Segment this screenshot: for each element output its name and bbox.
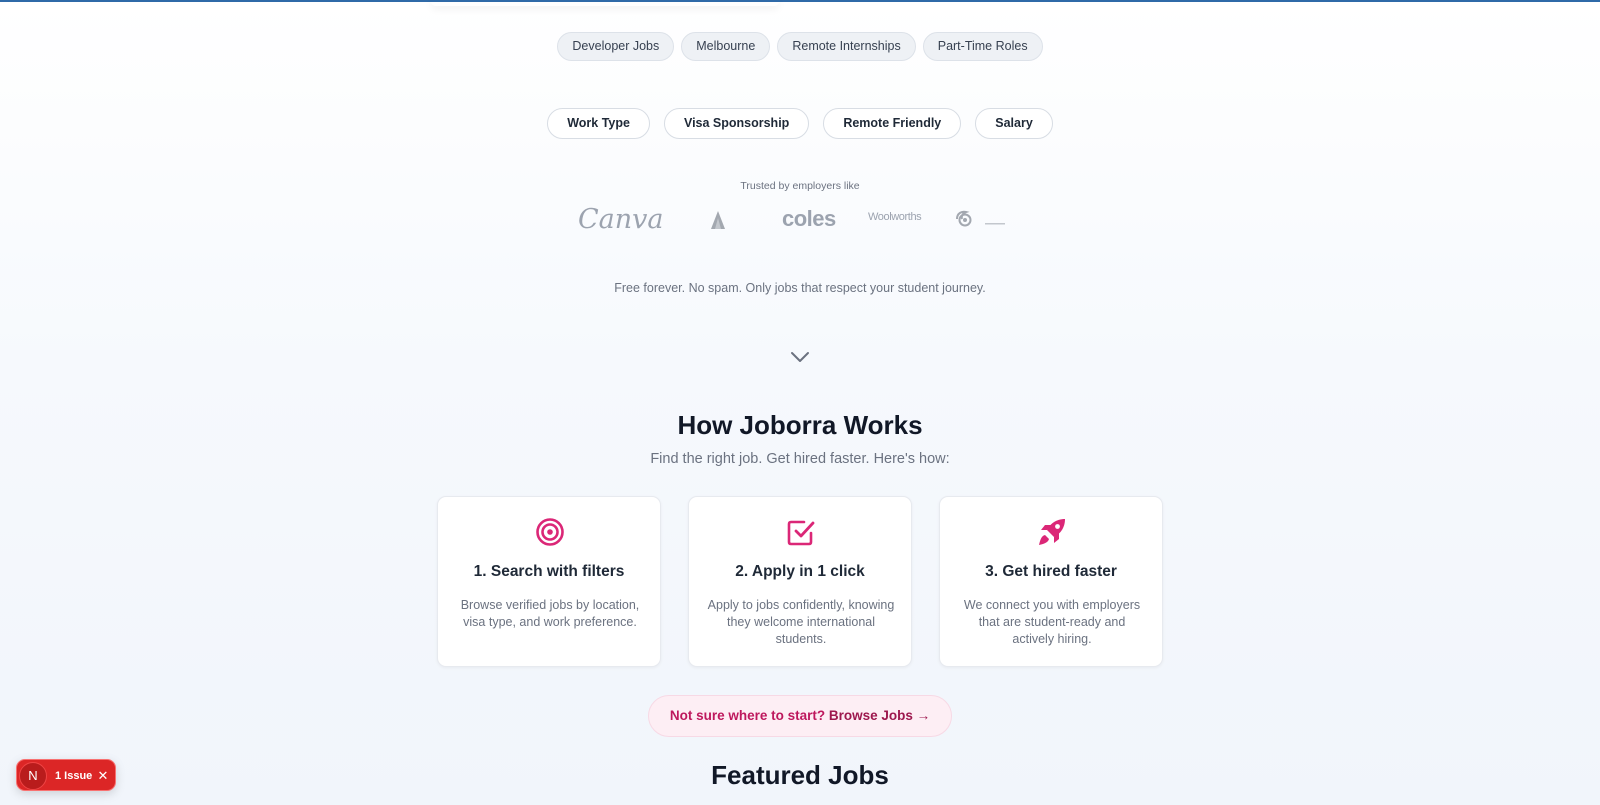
close-icon[interactable]: ✕: [95, 760, 111, 792]
target-icon: [536, 518, 564, 546]
issue-count[interactable]: 1 Issue: [55, 760, 92, 792]
coles-logo: coles: [782, 206, 836, 231]
browse-jobs-link[interactable]: Browse Jobs →: [829, 708, 930, 723]
cta-prefix: Not sure where to start?: [669, 708, 826, 723]
canva-logo: Canva: [578, 204, 664, 235]
nextjs-logo-icon[interactable]: N: [19, 762, 47, 790]
step-card-apply: 2. Apply in 1 click Apply to jobs confid…: [688, 496, 912, 667]
woolworths-mark-icon: [956, 210, 972, 227]
woolworths-logo: Woolworths: [868, 211, 922, 223]
small-logo-icon: [985, 223, 1005, 225]
trusted-by-label: Trusted by employers like: [740, 180, 860, 192]
filter-salary[interactable]: Salary: [975, 108, 1053, 139]
how-it-works-title: How Joborra Works: [677, 410, 923, 440]
employer-logos: Canva coles Woolworths: [576, 204, 1006, 240]
featured-jobs-title: Featured Jobs: [711, 760, 889, 790]
filter-visa-sponsorship[interactable]: Visa Sponsorship: [663, 108, 810, 139]
step-title: 1. Search with filters: [473, 563, 625, 580]
check-square-icon: [787, 520, 815, 546]
browse-jobs-cta[interactable]: Not sure where to start? Browse Jobs →: [648, 695, 952, 737]
step-title: 3. Get hired faster: [985, 563, 1117, 580]
search-bar-shadow: [430, 0, 780, 6]
filter-remote-friendly[interactable]: Remote Friendly: [823, 108, 962, 139]
how-it-works-subtitle: Find the right job. Get hired faster. He…: [650, 451, 950, 467]
step-description: We connect you with employers that are s…: [963, 598, 1141, 646]
dev-issue-indicator[interactable]: N 1 Issue ✕: [16, 759, 116, 791]
step-title: 2. Apply in 1 click: [735, 563, 865, 580]
quick-search-chips: Developer Jobs Melbourne Remote Internsh…: [0, 32, 1600, 61]
filter-work-type[interactable]: Work Type: [547, 108, 650, 139]
step-description: Browse verified jobs by location, visa t…: [460, 598, 640, 629]
step-card-search: 1. Search with filters Browse verified j…: [437, 496, 661, 667]
top-progress-line: [0, 0, 1600, 2]
chip-developer-jobs[interactable]: Developer Jobs: [557, 32, 675, 61]
filter-buttons: Work Type Visa Sponsorship Remote Friend…: [0, 108, 1600, 139]
chip-part-time-roles[interactable]: Part-Time Roles: [922, 32, 1043, 61]
free-forever-note: Free forever. No spam. Only jobs that re…: [614, 281, 986, 295]
chip-remote-internships[interactable]: Remote Internships: [777, 32, 916, 61]
step-description: Apply to jobs confidently, knowing they …: [707, 598, 895, 646]
chevron-down-icon[interactable]: [790, 350, 810, 364]
rocket-icon: [1039, 519, 1065, 545]
atlassian-logo-icon: [711, 211, 725, 229]
chip-melbourne[interactable]: Melbourne: [681, 32, 771, 61]
step-card-hired: 3. Get hired faster We connect you with …: [939, 496, 1163, 667]
